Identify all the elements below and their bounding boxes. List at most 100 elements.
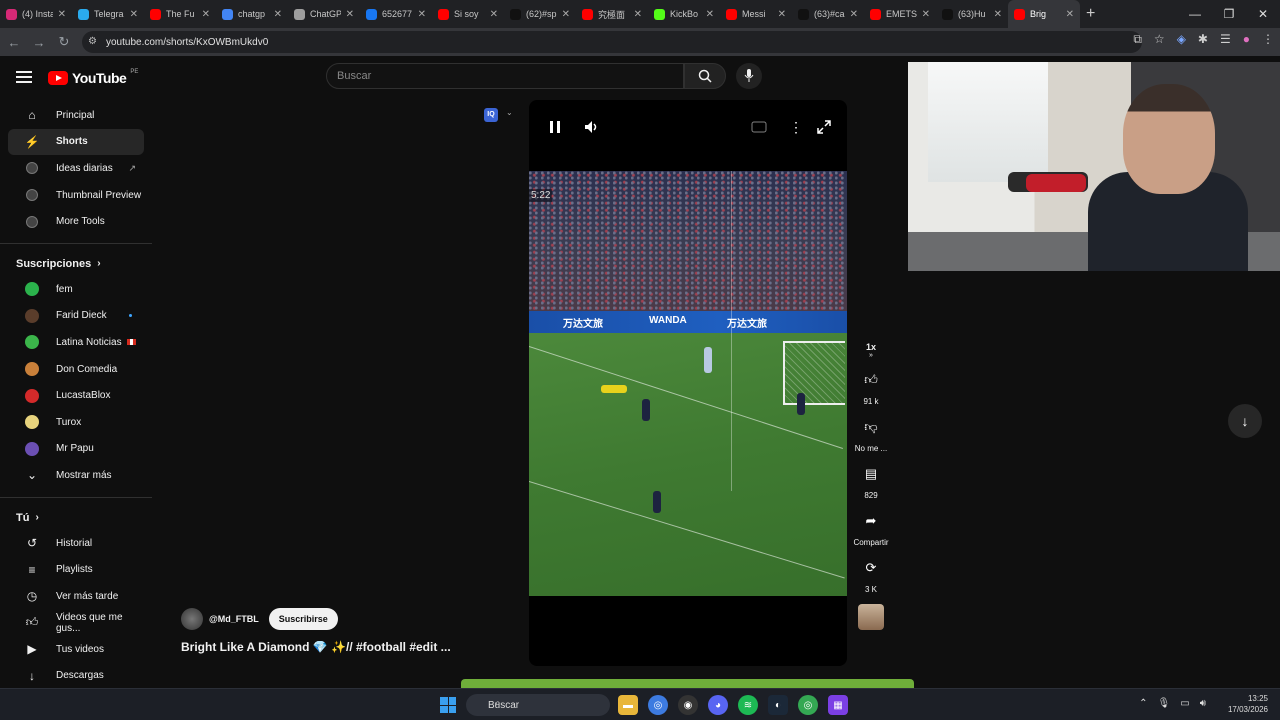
taskbar-clock[interactable]: 13:25 17/03/2026: [1228, 693, 1268, 715]
subscription-item[interactable]: LucastaBlox: [8, 382, 144, 409]
grid-app-icon[interactable]: ▦: [828, 695, 848, 715]
close-tab-icon[interactable]: ✕: [994, 9, 1002, 20]
speaker-icon[interactable]: 🔊︎: [1200, 698, 1206, 709]
sidebar-item[interactable]: ◷ Ver más tarde: [8, 583, 144, 610]
video-title[interactable]: Bright Like A Diamond 💎 ✨// #football #e…: [181, 640, 451, 654]
chevron-up-icon[interactable]: ⌃: [1139, 698, 1147, 709]
subscriptions-heading[interactable]: Suscripciones ›: [0, 252, 152, 276]
browser-tab[interactable]: 究極面 ✕: [576, 0, 648, 28]
extension-badge[interactable]: IQ: [484, 108, 498, 122]
browser-tab[interactable]: 652677 ✕: [360, 0, 432, 28]
subscription-item[interactable]: Farid Dieck: [8, 303, 144, 330]
chrome-profile-icon[interactable]: ◎: [798, 695, 818, 715]
spotify-icon[interactable]: ≋: [738, 695, 758, 715]
browser-tab[interactable]: (63)Hu ✕: [936, 0, 1008, 28]
browser-tab[interactable]: Telegra ✕: [72, 0, 144, 28]
like-button[interactable]: 👍︎ 91 k: [852, 365, 890, 406]
close-tab-icon[interactable]: ✕: [922, 9, 930, 20]
dislike-button[interactable]: 👎︎ No me ...: [852, 412, 890, 453]
minimize-button[interactable]: —: [1178, 0, 1212, 28]
sidebar-item[interactable]: ↺ Historial: [8, 530, 144, 557]
menu-hamburger-icon[interactable]: [16, 68, 32, 86]
browser-tab[interactable]: (4) Insta ✕: [0, 0, 72, 28]
browser-tab[interactable]: Brig ✕: [1008, 0, 1080, 28]
reload-button[interactable]: ↻: [53, 34, 75, 50]
fullscreen-button[interactable]: [817, 118, 831, 136]
windows-start-icon[interactable]: [440, 697, 456, 713]
next-short-button[interactable]: ↓: [1228, 404, 1262, 438]
browser-tab[interactable]: Messi ✕: [720, 0, 792, 28]
show-more-button[interactable]: ⌄ Mostrar más: [8, 462, 144, 489]
close-tab-icon[interactable]: ✕: [562, 9, 570, 20]
chrome-icon[interactable]: ◎: [648, 695, 668, 715]
search-button[interactable]: [684, 63, 726, 89]
close-tab-icon[interactable]: ✕: [130, 9, 138, 20]
sidebar-item[interactable]: More Tools: [8, 208, 144, 235]
browser-tab[interactable]: Si soy ✕: [432, 0, 504, 28]
back-button[interactable]: ←: [3, 35, 25, 50]
bookmark-star-icon[interactable]: ☆: [1154, 32, 1165, 47]
browser-tab[interactable]: KickBo ✕: [648, 0, 720, 28]
close-tab-icon[interactable]: ✕: [634, 9, 642, 20]
close-tab-icon[interactable]: ✕: [706, 9, 714, 20]
close-tab-icon[interactable]: ✕: [58, 9, 66, 20]
forward-button[interactable]: →: [28, 35, 50, 50]
more-options-button[interactable]: ⋮: [789, 118, 803, 136]
taskbar-search[interactable]: ⌕ Buscar: [466, 694, 610, 716]
omnibox[interactable]: ⚙ youtube.com/shorts/KxOWBmUkdv0: [82, 31, 1142, 53]
profile-avatar[interactable]: ●: [1243, 32, 1250, 47]
pause-button[interactable]: [549, 118, 561, 136]
close-tab-icon[interactable]: ✕: [850, 9, 858, 20]
channel-name[interactable]: @Md_FTBL: [209, 614, 259, 624]
youtube-logo[interactable]: YouTube PE: [48, 69, 138, 86]
browser-tab[interactable]: chatgp ✕: [216, 0, 288, 28]
search-input[interactable]: Buscar: [326, 63, 684, 89]
browser-tab[interactable]: (62)#sp ✕: [504, 0, 576, 28]
maximize-button[interactable]: ❐: [1212, 0, 1246, 28]
extension-audio-icon[interactable]: ◈: [1177, 32, 1186, 47]
voice-search-button[interactable]: [736, 63, 762, 89]
sidebar-item[interactable]: ▶ Tus videos: [8, 636, 144, 663]
chevron-down-icon[interactable]: ⌄: [506, 108, 513, 117]
remix-button[interactable]: ⟳ 3 K: [852, 553, 890, 594]
sidebar-item[interactable]: Thumbnail Preview: [8, 182, 144, 209]
subscription-item[interactable]: fem: [8, 276, 144, 303]
subscription-item[interactable]: Latina Noticias: [8, 329, 144, 356]
close-tab-icon[interactable]: ✕: [1066, 9, 1074, 20]
obs-icon[interactable]: ◉: [678, 695, 698, 715]
close-tab-icon[interactable]: ✕: [202, 9, 210, 20]
playback-speed-button[interactable]: 1x »: [852, 340, 890, 359]
microphone-icon[interactable]: 🎙︎: [1158, 698, 1171, 709]
new-tab-button[interactable]: +: [1086, 5, 1095, 23]
you-heading[interactable]: Tú ›: [0, 506, 152, 530]
browser-menu-icon[interactable]: ⋮: [1262, 32, 1274, 47]
browser-tab[interactable]: EMETS ✕: [864, 0, 936, 28]
sidebar-item[interactable]: 👍︎ Videos que me gus...: [8, 610, 144, 637]
close-tab-icon[interactable]: ✕: [418, 9, 426, 20]
site-info-icon[interactable]: ⚙: [88, 36, 100, 48]
file-explorer-icon[interactable]: ▬: [618, 695, 638, 715]
close-tab-icon[interactable]: ✕: [778, 9, 786, 20]
discord-icon[interactable]: ◕: [708, 695, 728, 715]
tab-search-icon[interactable]: ☰: [1220, 32, 1231, 47]
browser-tab[interactable]: ChatGP ✕: [288, 0, 360, 28]
channel-avatar[interactable]: [181, 608, 203, 630]
sidebar-item[interactable]: ⚡ Shorts: [8, 128, 144, 156]
subscription-item[interactable]: Don Comedia: [8, 356, 144, 383]
browser-tab[interactable]: The Fu ✕: [144, 0, 216, 28]
sound-thumbnail[interactable]: [852, 600, 890, 630]
share-button[interactable]: ➦ Compartir: [852, 506, 890, 547]
close-tab-icon[interactable]: ✕: [346, 9, 354, 20]
captions-button[interactable]: [751, 118, 767, 136]
close-window-button[interactable]: ✕: [1246, 0, 1280, 28]
install-app-icon[interactable]: ⧉: [1133, 32, 1142, 47]
close-tab-icon[interactable]: ✕: [490, 9, 498, 20]
sidebar-item[interactable]: Ideas diarias ↗: [8, 155, 144, 182]
sidebar-item[interactable]: ↓ Descargas: [8, 663, 144, 690]
subscription-item[interactable]: Mr Papu: [8, 436, 144, 463]
volume-button[interactable]: [584, 118, 600, 136]
short-video-player[interactable]: ⋮ 万达文旅 WANDA 万达文旅 5:22: [529, 100, 847, 666]
extensions-puzzle-icon[interactable]: ✱: [1198, 32, 1208, 47]
close-tab-icon[interactable]: ✕: [274, 9, 282, 20]
network-icon[interactable]: ▭: [1180, 698, 1189, 709]
